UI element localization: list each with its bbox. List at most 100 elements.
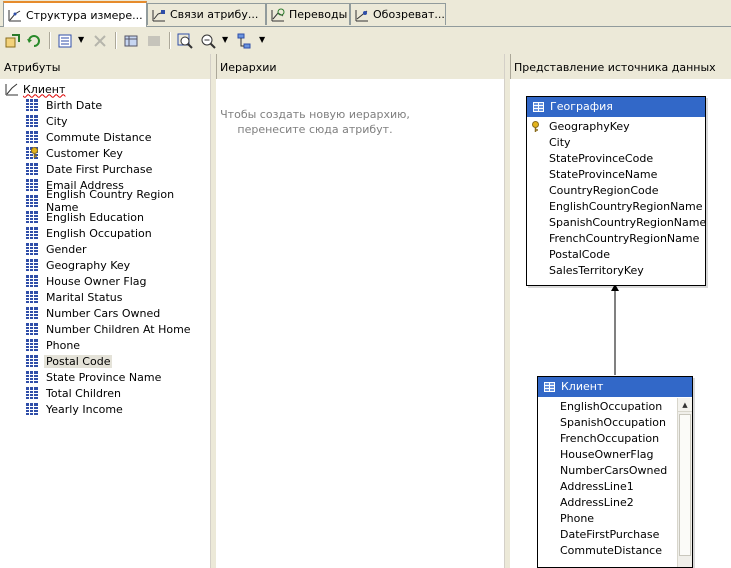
table-scrollbar[interactable]: ▲ (677, 398, 692, 567)
column-name: StateProvinceName (549, 168, 658, 181)
arrange-tables-button[interactable] (234, 31, 254, 51)
column-name: SpanishCountryRegionName (549, 216, 707, 229)
table-column[interactable]: StateProvinceName (527, 167, 705, 183)
view-options-button[interactable] (55, 31, 75, 51)
tab-attribute-relationships[interactable]: Связи атрибу... (147, 3, 266, 25)
scroll-up-icon[interactable]: ▲ (678, 398, 692, 412)
attribute-item[interactable]: Birth Date (26, 97, 104, 113)
attribute-item[interactable]: City (26, 113, 70, 129)
table-name: Клиент (561, 380, 604, 393)
hide-table-button[interactable] (144, 31, 164, 51)
attribute-label: House Owner Flag (46, 274, 147, 288)
attribute-icon (26, 355, 38, 367)
table-column[interactable]: DateFirstPurchase (538, 527, 692, 543)
attribute-label: Phone (46, 338, 81, 352)
attribute-item[interactable]: English Occupation (26, 225, 154, 241)
table-column[interactable]: AddressLine2 (538, 495, 692, 511)
table-column[interactable]: NumberCarsOwned (538, 463, 692, 479)
attribute-item[interactable]: Commute Distance (26, 129, 154, 145)
attribute-item[interactable]: Geography Key (26, 257, 132, 273)
show-table-button[interactable] (121, 31, 141, 51)
tab-browser[interactable]: Обозреват... (350, 3, 446, 25)
tab-translations[interactable]: Переводы (266, 3, 350, 25)
arrange-icon (237, 33, 251, 49)
table-column[interactable]: StateProvinceCode (527, 151, 705, 167)
table-column[interactable]: GeographyKey (527, 119, 705, 135)
attribute-label: Postal Code (44, 354, 113, 368)
attribute-icon (26, 371, 38, 383)
tab-label: Связи атрибу... (170, 8, 259, 21)
table-column[interactable]: FrenchCountryRegionName (527, 231, 705, 247)
dsv-diagram[interactable]: География GeographyKey City StateProvinceC… (510, 79, 731, 568)
attribute-item[interactable]: Customer Key (26, 145, 125, 161)
table-geography[interactable]: География GeographyKey City StateProvinceC… (526, 96, 706, 286)
column-list: GeographyKey City StateProvinceCode StatePr… (527, 117, 707, 279)
column-name: HouseOwnerFlag (560, 448, 654, 461)
attribute-label: English Education (46, 210, 144, 224)
table-column[interactable]: Phone (538, 511, 692, 527)
process-button[interactable] (3, 31, 23, 51)
table-column[interactable]: HouseOwnerFlag (538, 447, 692, 463)
attribute-item[interactable]: Marital Status (26, 289, 124, 305)
table-name: География (550, 100, 613, 113)
attribute-label: Total Children (46, 386, 121, 400)
attribute-item[interactable]: English Country Region Name (26, 188, 210, 214)
primary-key-icon (532, 121, 539, 132)
table-header[interactable]: География (527, 97, 705, 117)
attribute-icon (26, 195, 38, 207)
table-column[interactable]: EnglishCountryRegionName (527, 199, 705, 215)
attributes-tree[interactable]: Клиент Birth Date City Commute Distance Cus… (0, 79, 210, 568)
attribute-item[interactable]: State Province Name (26, 369, 163, 385)
designer-toolbar: ▼ ▼ ▼ (0, 27, 731, 54)
table-column[interactable]: CountryRegionCode (527, 183, 705, 199)
attribute-label: State Province Name (46, 370, 162, 384)
attribute-item[interactable]: Yearly Income (26, 401, 125, 417)
column-name: EnglishOccupation (560, 400, 663, 413)
attribute-icon (26, 259, 38, 271)
attribute-label: City (46, 114, 68, 128)
attribute-item[interactable]: Number Children At Home (26, 321, 193, 337)
column-name: SpanishOccupation (560, 416, 666, 429)
attribute-item[interactable]: Phone (26, 337, 82, 353)
attribute-item[interactable]: Date First Purchase (26, 161, 154, 177)
attribute-item[interactable]: Total Children (26, 385, 123, 401)
table-column[interactable]: SpanishCountryRegionName (527, 215, 707, 231)
table-column[interactable]: EnglishOccupation (538, 399, 692, 415)
attribute-item[interactable]: Postal Code (26, 353, 113, 369)
column-name: CountryRegionCode (549, 184, 659, 197)
table-column[interactable]: City (527, 135, 705, 151)
view-options-icon (58, 34, 72, 48)
attribute-item[interactable]: Number Cars Owned (26, 305, 162, 321)
table-column[interactable]: SalesTerritoryKey (527, 263, 705, 279)
dimension-root[interactable]: Клиент (5, 82, 65, 96)
column-name: EnglishCountryRegionName (549, 200, 703, 213)
table-column[interactable]: CommuteDistance (538, 543, 692, 559)
chevron-down-icon[interactable]: ▼ (222, 35, 228, 44)
scroll-thumb[interactable] (679, 414, 691, 556)
zoom-button[interactable] (198, 31, 218, 51)
delete-button[interactable] (90, 31, 110, 51)
attribute-item[interactable]: English Education (26, 209, 146, 225)
chevron-down-icon[interactable]: ▼ (78, 35, 84, 44)
column-name: City (549, 136, 571, 149)
table-header[interactable]: Клиент (538, 377, 692, 397)
table-column[interactable]: AddressLine1 (538, 479, 692, 495)
attribute-item[interactable]: House Owner Flag (26, 273, 149, 289)
chevron-down-icon[interactable]: ▼ (259, 35, 265, 44)
hierarchies-pane[interactable]: Чтобы создать новую иерархию, перенесите… (216, 79, 504, 568)
refresh-button[interactable] (24, 31, 44, 51)
attribute-icon (26, 275, 38, 287)
column-name: PostalCode (549, 248, 610, 261)
table-column[interactable]: PostalCode (527, 247, 705, 263)
table-column[interactable]: SpanishOccupation (538, 415, 692, 431)
table-column[interactable]: FrenchOccupation (538, 431, 692, 447)
attribute-icon (26, 403, 38, 415)
tab-label: Переводы (289, 8, 348, 21)
tab-dimension-structure[interactable]: Структура измере... (3, 1, 147, 27)
hierarchies-pane-header: Иерархии (216, 58, 504, 78)
zoom-fit-button[interactable] (175, 31, 195, 51)
attribute-item[interactable]: Gender (26, 241, 89, 257)
process-icon (5, 34, 20, 48)
column-name: FrenchCountryRegionName (549, 232, 700, 245)
table-customer[interactable]: Клиент EnglishOccupation SpanishOccupatio… (537, 376, 693, 568)
